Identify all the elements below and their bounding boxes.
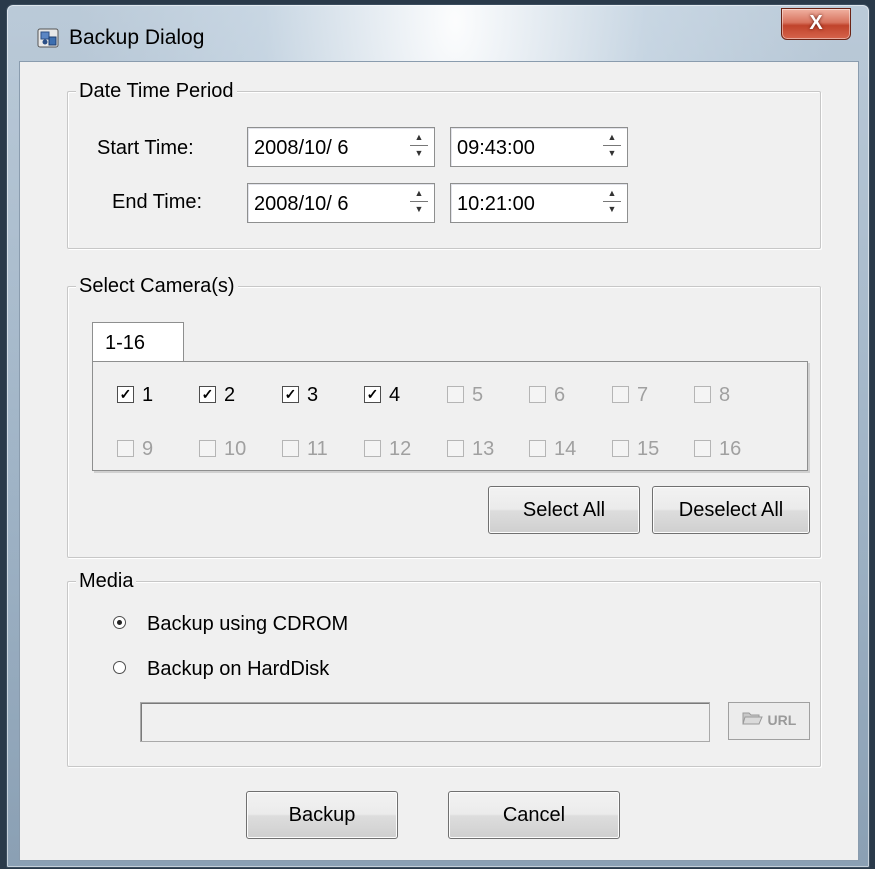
radio-label-harddisk: Backup on HardDisk [147,658,330,680]
select-cameras-group: Select Camera(s) 1-16 ✓ 1 ✓ 2 ✓ 3 ✓ 4 5 6 7 8 9 10 11 1… [67,274,821,558]
url-button-label: URL [767,712,797,728]
checkbox-box [694,386,711,403]
checkbox-box [447,440,464,457]
camera-checkbox-6: 6 [529,383,599,407]
camera-checkbox-label: 3 [307,384,319,406]
end-date-picker[interactable]: 2008/10/ 6 ▲ ▼ [247,183,435,223]
camera-checkbox-label: 5 [472,384,484,406]
window-title: Backup Dialog [69,26,205,49]
end-time-picker[interactable]: 10:21:00 ▲ ▼ [450,183,628,223]
spin-down-icon[interactable]: ▼ [406,202,432,217]
spin-down-icon[interactable]: ▼ [599,202,625,217]
radio-selected-indicator[interactable] [113,616,126,629]
checkbox-box [364,440,381,457]
camera-checkbox-1[interactable]: ✓ 1 [117,383,187,407]
spin-down-icon[interactable]: ▼ [406,146,432,161]
harddisk-path-field[interactable] [140,702,710,742]
end-time-label: End Time: [112,191,203,213]
dialog-client-area: Date Time Period Start Time: 2008/10/ 6 … [19,61,859,861]
camera-checkbox-label: 15 [637,438,660,460]
spin-down-icon[interactable]: ▼ [599,146,625,161]
checkmark-icon[interactable]: ✓ [199,386,216,403]
start-time-picker[interactable]: 09:43:00 ▲ ▼ [450,127,628,167]
start-time-spinner[interactable]: ▲ ▼ [599,130,625,162]
camera-checkbox-14: 14 [529,437,599,461]
spin-up-icon[interactable]: ▲ [599,186,625,201]
camera-checkbox-label: 10 [224,438,247,460]
checkmark-icon[interactable]: ✓ [117,386,134,403]
camera-checkbox-label: 6 [554,384,566,406]
camera-checkbox-16: 16 [694,437,764,461]
radio-backup-cdrom[interactable]: Backup using CDROM [113,612,413,636]
camera-checkbox-label: 13 [472,438,495,460]
radio-unselected-indicator[interactable] [113,661,126,674]
camera-checkbox-13: 13 [447,437,517,461]
checkbox-box [612,386,629,403]
spin-up-icon[interactable]: ▲ [406,130,432,145]
start-time-label: Start Time: [97,137,194,159]
camera-checkbox-15: 15 [612,437,682,461]
camera-checkbox-label: 16 [719,438,742,460]
spin-up-icon[interactable]: ▲ [599,130,625,145]
camera-checkbox-label: 7 [637,384,649,406]
media-group: Media Backup using CDROM Backup on HardD… [67,569,821,767]
title-bar[interactable]: Backup Dialog X [7,5,869,63]
camera-checkbox-4[interactable]: ✓ 4 [364,383,434,407]
app-camera-icon [37,27,59,49]
end-time-value[interactable]: 10:21:00 [457,192,535,216]
start-date-picker[interactable]: 2008/10/ 6 ▲ ▼ [247,127,435,167]
checkbox-box [529,440,546,457]
camera-checkbox-label: 11 [307,438,328,460]
start-date-spinner[interactable]: ▲ ▼ [406,130,432,162]
camera-checkbox-8: 8 [694,383,764,407]
checkbox-box [447,386,464,403]
checkmark-icon[interactable]: ✓ [364,386,381,403]
radio-backup-harddisk[interactable]: Backup on HardDisk [113,657,413,681]
camera-checkbox-label: 14 [554,438,577,460]
spin-up-icon[interactable]: ▲ [406,186,432,201]
camera-checkbox-label: 8 [719,384,731,406]
group-title-date-time: Date Time Period [76,79,237,103]
cancel-button[interactable]: Cancel [448,791,620,839]
group-title-cameras: Select Camera(s) [76,274,238,298]
start-time-value[interactable]: 09:43:00 [457,136,535,160]
camera-tab-panel: ✓ 1 ✓ 2 ✓ 3 ✓ 4 5 6 7 8 9 10 11 12 13 14 15 16 [92,361,808,471]
checkbox-box [282,440,299,457]
checkbox-box [199,440,216,457]
checkbox-box [117,440,134,457]
select-all-button[interactable]: Select All [488,486,640,534]
camera-checkbox-7: 7 [612,383,682,407]
camera-checkbox-9: 9 [117,437,187,461]
camera-checkbox-10: 10 [199,437,269,461]
camera-checkbox-label: 4 [389,384,401,406]
camera-checkbox-2[interactable]: ✓ 2 [199,383,269,407]
camera-checkbox-5: 5 [447,383,517,407]
radio-label-cdrom: Backup using CDROM [147,613,349,635]
camera-checkbox-label: 9 [142,438,154,460]
browse-url-button[interactable]: URL [728,702,810,740]
start-date-value[interactable]: 2008/10/ 6 [254,136,349,160]
camera-checkbox-label: 2 [224,384,236,406]
camera-checkbox-3[interactable]: ✓ 3 [282,383,352,407]
camera-checkbox-11: 11 [282,437,352,461]
folder-open-icon [741,704,764,738]
checkmark-icon[interactable]: ✓ [282,386,299,403]
dialog-window: Backup Dialog X Date Time Period Start T… [6,4,870,868]
checkbox-box [529,386,546,403]
checkbox-box [612,440,629,457]
close-button[interactable]: X [781,8,851,40]
camera-checkbox-label: 12 [389,438,412,460]
backup-button[interactable]: Backup [246,791,398,839]
group-title-media: Media [76,569,137,593]
end-date-value[interactable]: 2008/10/ 6 [254,192,349,216]
date-time-period-group: Date Time Period Start Time: 2008/10/ 6 … [67,79,821,249]
tab-cameras-1-16[interactable]: 1-16 [92,322,184,362]
end-date-spinner[interactable]: ▲ ▼ [406,186,432,218]
camera-checkbox-12: 12 [364,437,434,461]
deselect-all-button[interactable]: Deselect All [652,486,810,534]
end-time-spinner[interactable]: ▲ ▼ [599,186,625,218]
checkbox-box [694,440,711,457]
camera-checkbox-label: 1 [142,384,154,406]
